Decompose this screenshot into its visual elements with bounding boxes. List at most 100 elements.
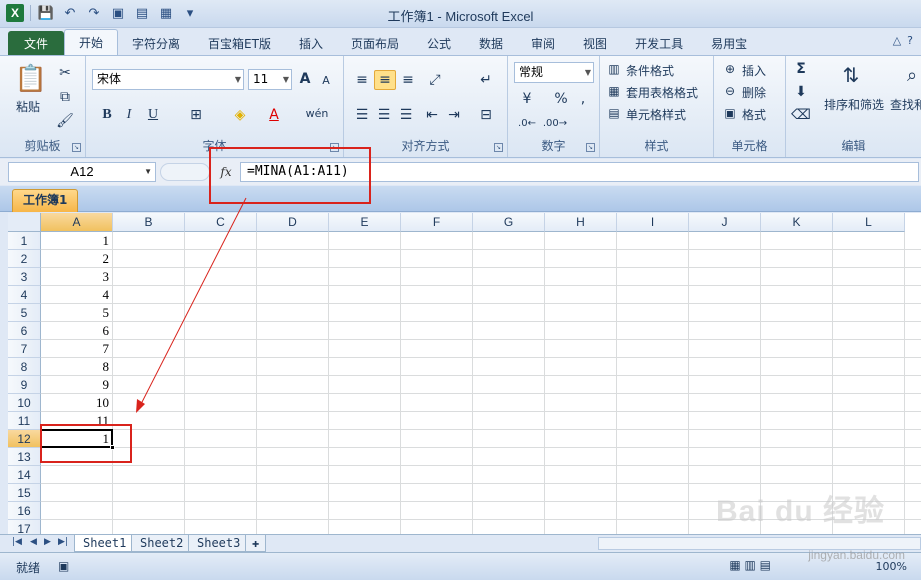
prev-sheet-icon[interactable]: ◀ [30, 537, 37, 547]
row-header-4[interactable]: 4 [8, 286, 41, 304]
column-header-b[interactable]: B [113, 213, 185, 232]
column-header-h[interactable]: H [545, 213, 617, 232]
row-header-7[interactable]: 7 [8, 340, 41, 358]
number-format-select[interactable]: 常规 ▼ [514, 62, 594, 83]
new-sheet-icon[interactable]: ✚ [245, 535, 267, 552]
sort-filter-button[interactable]: 排序和筛选 [824, 96, 884, 113]
conditional-format-icon[interactable]: ▥ [606, 61, 622, 77]
currency-icon[interactable]: ¥ [516, 90, 538, 108]
italic-button[interactable]: I [120, 106, 138, 124]
row-header-9[interactable]: 9 [8, 376, 41, 394]
last-sheet-icon[interactable]: ▶| [58, 537, 68, 547]
number-launcher-icon[interactable]: ↘ [586, 143, 595, 152]
font-color-icon[interactable]: A [264, 106, 284, 124]
cell-a10[interactable]: 10 [41, 394, 113, 412]
column-header-c[interactable]: C [185, 213, 257, 232]
fill-color-icon[interactable]: ◈ [230, 106, 250, 124]
cell-a9[interactable]: 9 [41, 376, 113, 394]
column-header-k[interactable]: K [761, 213, 833, 232]
align-left-icon[interactable]: ☰ [352, 106, 372, 124]
clear-icon[interactable]: ⌫ [791, 106, 811, 124]
row-header-12[interactable]: 12 [8, 430, 41, 448]
tab-developer[interactable]: 开发工具 [621, 31, 697, 55]
first-sheet-icon[interactable]: |◀ [12, 537, 22, 547]
font-size-select[interactable]: 11 ▼ [248, 69, 292, 90]
orientation-icon[interactable]: ⤢ [424, 70, 446, 90]
cut-icon[interactable]: ✂ [56, 64, 74, 82]
cell-a6[interactable]: 6 [41, 322, 113, 340]
fill-icon[interactable]: ⬇ [792, 83, 810, 101]
row-header-15[interactable]: 15 [8, 484, 41, 502]
grow-font-icon[interactable]: A [296, 70, 314, 88]
cell-a4[interactable]: 4 [41, 286, 113, 304]
paste-icon[interactable]: 📋 [14, 62, 48, 96]
paste-label[interactable]: 粘贴 [16, 98, 40, 115]
cell-a7[interactable]: 7 [41, 340, 113, 358]
cell-a2[interactable]: 2 [41, 250, 113, 268]
row-header-17[interactable]: 17 [8, 520, 41, 534]
autosum-button[interactable]: Σ [792, 60, 810, 78]
font-name-select[interactable]: 宋体 ▼ [92, 69, 244, 90]
find-select-button[interactable]: 查找和 [890, 96, 921, 113]
phonetic-wen-icon[interactable]: wén [304, 100, 330, 126]
comma-button[interactable]: , [576, 90, 590, 108]
column-header-a[interactable]: A [41, 213, 113, 232]
percent-button[interactable]: % [552, 90, 570, 108]
tab-home[interactable]: 开始 [64, 29, 119, 55]
sheet-tab-1[interactable]: Sheet1 [74, 535, 136, 552]
row-header-14[interactable]: 14 [8, 466, 41, 484]
clipboard-launcher-icon[interactable]: ↘ [72, 143, 81, 152]
workbook-tab[interactable]: 工作簿1 [12, 189, 79, 212]
cell-style-icon[interactable]: ▤ [606, 105, 622, 121]
column-header-g[interactable]: G [473, 213, 545, 232]
align-top-icon[interactable]: ≡ [352, 70, 372, 90]
tab-yiyongbao[interactable]: 易用宝 [697, 31, 761, 55]
cell-a8[interactable]: 8 [41, 358, 113, 376]
row-header-1[interactable]: 1 [8, 232, 41, 250]
wrap-text-icon[interactable]: ↵ [476, 70, 496, 90]
insert-cells-icon[interactable]: ⊕ [722, 61, 738, 77]
row-header-16[interactable]: 16 [8, 502, 41, 520]
table-format-button[interactable]: 套用表格格式 [626, 84, 698, 101]
cell-a1[interactable]: 1 [41, 232, 113, 250]
minimize-ribbon-icon[interactable]: △ [893, 34, 901, 47]
decrease-decimal-icon[interactable]: .00→ [543, 114, 567, 132]
tab-data[interactable]: 数据 [465, 31, 517, 55]
column-header-e[interactable]: E [329, 213, 401, 232]
tab-view[interactable]: 视图 [569, 31, 621, 55]
delete-cells-icon[interactable]: ⊖ [722, 83, 738, 99]
align-center-icon[interactable]: ☰ [374, 106, 394, 124]
merge-center-icon[interactable]: ⊟ [476, 106, 496, 124]
cell-style-button[interactable]: 单元格样式 [626, 106, 686, 123]
row-header-6[interactable]: 6 [8, 322, 41, 340]
macro-record-icon[interactable]: ▣ [58, 559, 69, 573]
tab-char-split[interactable]: 字符分离 [118, 31, 194, 55]
column-header-j[interactable]: J [689, 213, 761, 232]
align-bottom-icon[interactable]: ≡ [398, 70, 418, 90]
tab-insert[interactable]: 插入 [285, 31, 337, 55]
sort-filter-icon[interactable]: ⇅ [836, 60, 866, 90]
format-cells-button[interactable]: 格式 [742, 106, 766, 123]
bold-button[interactable]: B [98, 106, 116, 124]
column-header-l[interactable]: L [833, 213, 905, 232]
next-sheet-icon[interactable]: ▶ [44, 537, 51, 547]
tab-review[interactable]: 审阅 [517, 31, 569, 55]
select-all-corner[interactable] [8, 213, 41, 232]
cell-a5[interactable]: 5 [41, 304, 113, 322]
column-header-i[interactable]: I [617, 213, 689, 232]
alignment-launcher-icon[interactable]: ↘ [494, 143, 503, 152]
row-header-2[interactable]: 2 [8, 250, 41, 268]
sheet-tab-3[interactable]: Sheet3 [188, 535, 250, 552]
underline-button[interactable]: U [144, 106, 162, 124]
row-header-8[interactable]: 8 [8, 358, 41, 376]
tab-page-layout[interactable]: 页面布局 [337, 31, 413, 55]
row-header-13[interactable]: 13 [8, 448, 41, 466]
shrink-font-icon[interactable]: A [318, 72, 334, 88]
format-painter-icon[interactable]: 🖌 [56, 112, 74, 130]
insert-cells-button[interactable]: 插入 [742, 62, 766, 79]
column-header-d[interactable]: D [257, 213, 329, 232]
row-header-10[interactable]: 10 [8, 394, 41, 412]
increase-indent-icon[interactable]: ⇥ [444, 106, 464, 124]
row-header-3[interactable]: 3 [8, 268, 41, 286]
sheet-tab-2[interactable]: Sheet2 [131, 535, 193, 552]
